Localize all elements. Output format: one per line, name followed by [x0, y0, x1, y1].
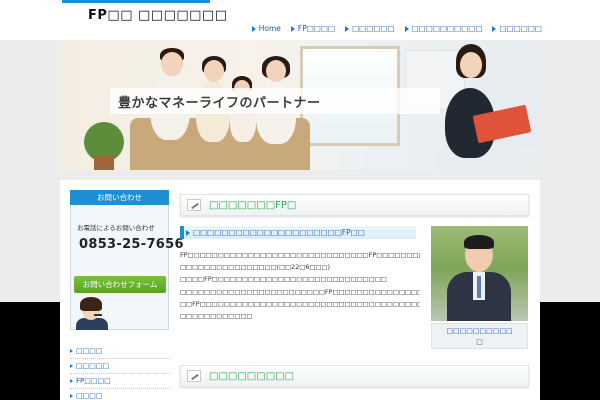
tel-label: お電話によるお問い合わせ	[77, 224, 155, 232]
triangle-bullet-icon	[70, 394, 73, 398]
triangle-bullet-icon	[70, 379, 73, 383]
triangle-bullet-icon	[404, 25, 409, 32]
hero-girl-head	[204, 60, 224, 82]
header-accent-bar	[62, 0, 210, 3]
sidebar-link-4[interactable]: □□□□	[70, 389, 170, 400]
nav-item-3[interactable]: □□□□□□	[345, 24, 395, 33]
hero-slogan: 豊かなマネーライフのパートナー	[118, 96, 321, 111]
body-line: □□□□□□□□□□□□□□□□(□□22□6□□□)	[180, 263, 331, 272]
hero-mother-head	[266, 60, 286, 82]
section-title-2: □□□□□□□□□	[209, 370, 295, 382]
sidebar-link-label: □□□□	[76, 392, 103, 400]
pen-icon	[187, 370, 201, 382]
sidebar-link-1[interactable]: □□□□	[70, 344, 170, 359]
sidebar-link-label: □□□□	[76, 347, 103, 355]
body-line: □□□□□□□□□□□□□□□□□□□□□□□□FP□□□□□□□□□□□□□□…	[180, 287, 420, 296]
nav-label: FP□□□□	[297, 24, 336, 33]
hero-father-head	[161, 52, 183, 76]
subsection-heading: □□□□□□□□□□□□□□□□□□□□□FP□□	[180, 226, 416, 239]
operator-hair	[80, 297, 102, 311]
nav-home[interactable]: Home	[251, 24, 281, 33]
hero-advisor-head	[460, 52, 482, 78]
triangle-bullet-icon	[290, 25, 295, 32]
planner-photo	[431, 226, 528, 321]
section-heading-2: □□□□□□□□□	[180, 365, 529, 387]
caption-line-2: □	[476, 338, 483, 346]
nav-label: □□□□□□	[499, 24, 542, 33]
nav-item-4[interactable]: □□□□□□□□□□	[404, 24, 483, 33]
contact-box-title: お問い合わせ	[70, 190, 169, 205]
section-title-1: □□□□□□□FP□	[209, 199, 297, 211]
sidebar-link-3[interactable]: FP□□□□	[70, 374, 170, 389]
body-line: FP□□□□□□□□□□□□□□□□□□□□□□□□□□□□□□FP□□□□□□…	[180, 251, 420, 259]
sidebar-link-2[interactable]: □□□□□	[70, 359, 170, 374]
nav-label: □□□□□□□□□□	[411, 24, 483, 33]
contact-form-button[interactable]: お問い合わせフォーム	[74, 276, 166, 293]
nav-item-5[interactable]: □□□□□□	[492, 24, 542, 33]
nav-label: □□□□□□	[352, 24, 395, 33]
pen-icon	[187, 199, 201, 211]
headset-icon	[94, 314, 102, 316]
body-line: □□□□FP□□□□□□□□□□□□□□□□□□□□□□□□□□□□□	[180, 275, 387, 284]
triangle-bullet-icon	[492, 25, 497, 32]
operator-image	[74, 296, 110, 330]
subsection-title: □□□□□□□□□□□□□□□□□□□□□FP□□	[193, 228, 365, 237]
body-line: □□FP□□□□□□□□□□□□□□□□□□□□□□□□□□□□□□□□□□□□…	[180, 299, 420, 308]
tel-number[interactable]: 0853-25-7656	[79, 237, 184, 252]
sidebar-link-label: FP□□□□	[76, 377, 111, 385]
section-heading-1: □□□□□□□FP□	[180, 194, 529, 216]
caption-line-1: □□□□□□□□□□	[446, 327, 513, 335]
global-nav: Home FP□□□□ □□□□□□ □□□□□□□□□□ □□□□□□	[251, 24, 542, 33]
nav-item-2[interactable]: FP□□□□	[290, 24, 336, 33]
site-title[interactable]: FP□□ □□□□□□□	[88, 8, 227, 23]
sidebar-link-label: □□□□□	[76, 362, 110, 370]
triangle-bullet-icon	[251, 25, 256, 32]
photo-hair	[464, 235, 494, 249]
sidebar-links: □□□□ □□□□□ FP□□□□ □□□□	[70, 344, 170, 400]
intro-body-text: FP□□□□□□□□□□□□□□□□□□□□□□□□□□□□□□FP□□□□□□…	[180, 249, 420, 322]
body-line: □□□□□□□□□□□□	[180, 312, 253, 321]
triangle-bullet-icon	[70, 364, 73, 368]
photo-tie	[477, 276, 481, 298]
triangle-bullet-icon	[70, 349, 73, 353]
hero-pot	[94, 156, 114, 170]
planner-photo-caption[interactable]: □□□□□□□□□□ □	[431, 323, 528, 349]
triangle-bullet-icon	[186, 229, 190, 236]
nav-label: Home	[258, 24, 281, 33]
triangle-bullet-icon	[345, 25, 350, 32]
